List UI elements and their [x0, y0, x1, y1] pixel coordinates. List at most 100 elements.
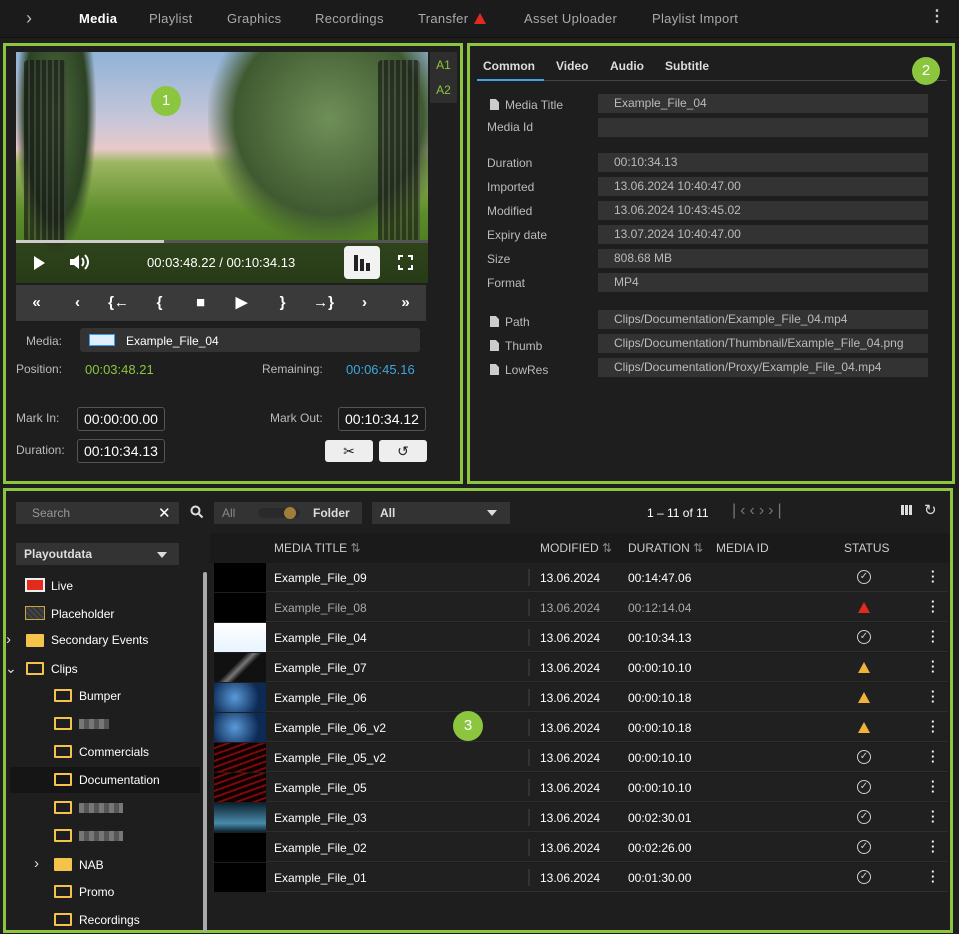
tab-playlist[interactable]: Playlist: [149, 11, 193, 26]
sort-icon: ⇅: [602, 541, 613, 555]
tree-item-placeholder[interactable]: Placeholder: [51, 607, 114, 621]
tab-recordings[interactable]: Recordings: [315, 11, 384, 26]
volume-icon[interactable]: [68, 253, 90, 271]
prop-thumb-value[interactable]: Clips/Documentation/Thumbnail/Example_Fi…: [598, 334, 928, 353]
clear-search-icon[interactable]: ✕: [158, 504, 171, 522]
play-icon[interactable]: [34, 256, 45, 270]
goto-mark-out-icon[interactable]: →}: [303, 285, 344, 321]
chevron-right-icon[interactable]: ›: [34, 855, 39, 872]
table-row[interactable]: Example_File_01 13.06.2024 00:01:30.00 ✓ · · ·: [213, 863, 948, 892]
tab-asset-uploader[interactable]: Asset Uploader: [524, 11, 617, 26]
col-duration[interactable]: DURATION ⇅: [628, 541, 703, 555]
tree-item-live[interactable]: Live: [51, 579, 73, 593]
reset-button[interactable]: ↺: [379, 440, 427, 462]
search-icon[interactable]: [190, 505, 204, 519]
tab-audio[interactable]: Audio: [610, 59, 644, 73]
grid-view-icon[interactable]: [901, 505, 913, 515]
row-menu-icon[interactable]: · · ·: [931, 715, 935, 738]
row-menu-icon[interactable]: · · ·: [931, 775, 935, 798]
row-menu-icon[interactable]: · · ·: [931, 745, 935, 768]
tree-item-clips[interactable]: Clips: [51, 662, 78, 676]
tab-video[interactable]: Video: [556, 59, 588, 73]
tree-item-bumper[interactable]: Bumper: [79, 689, 121, 703]
table-row[interactable]: Example_File_05 13.06.2024 00:00:10.10 ✓ · · ·: [213, 773, 948, 802]
search-input[interactable]: Search: [16, 502, 179, 524]
col-status[interactable]: STATUS: [844, 541, 890, 555]
tree-item-nab[interactable]: NAB: [79, 858, 104, 872]
row-menu-icon[interactable]: · · ·: [931, 655, 935, 678]
goto-mark-in-icon[interactable]: {←: [98, 285, 139, 321]
table-row[interactable]: Example_File_02 13.06.2024 00:02:26.00 ✓ · · ·: [213, 833, 948, 862]
cut-button[interactable]: ✂: [325, 440, 373, 462]
col-modified[interactable]: MODIFIED ⇅: [540, 541, 612, 555]
audio-tab-a2[interactable]: A2: [430, 77, 457, 103]
tree-item-secondary-events[interactable]: Secondary Events: [51, 633, 148, 647]
fast-forward-icon[interactable]: »: [385, 285, 426, 321]
set-mark-out-icon[interactable]: }: [262, 285, 303, 321]
prop-lowres-value[interactable]: Clips/Documentation/Proxy/Example_File_0…: [598, 358, 928, 377]
row-menu-icon[interactable]: · · ·: [931, 685, 935, 708]
last-page-icon[interactable]: ›|: [768, 502, 785, 519]
tab-graphics[interactable]: Graphics: [227, 11, 281, 26]
fast-rewind-icon[interactable]: «: [16, 285, 57, 321]
table-row[interactable]: Example_File_07 13.06.2024 00:00:10.10 · · ·: [213, 653, 948, 682]
media-field[interactable]: Example_File_04: [80, 328, 420, 352]
status-ok-icon: ✓: [857, 750, 871, 764]
tab-subtitle[interactable]: Subtitle: [665, 59, 709, 73]
row-menu-icon[interactable]: · · ·: [931, 595, 935, 618]
expand-chevron-icon[interactable]: ›: [26, 9, 32, 27]
fullscreen-icon[interactable]: [398, 255, 413, 270]
table-row[interactable]: Example_File_06 13.06.2024 00:00:10.18 · · ·: [213, 683, 948, 712]
table-row[interactable]: Example_File_04 13.06.2024 00:10:34.13 ✓ · · ·: [213, 623, 948, 652]
audio-tab-a1[interactable]: A1: [430, 52, 457, 78]
tree-item-redacted-3[interactable]: [79, 829, 123, 843]
mark-out-field[interactable]: 00:10:34.12: [338, 407, 426, 431]
tree-item-commercials[interactable]: Commercials: [79, 745, 149, 759]
badge-2: 2: [912, 57, 940, 85]
tree-item-recordings[interactable]: Recordings: [79, 913, 140, 927]
audio-levels-button[interactable]: [344, 246, 380, 279]
mark-in-field[interactable]: 00:00:00.00: [77, 407, 165, 431]
row-title: Example_File_04: [274, 631, 367, 645]
row-menu-icon[interactable]: · · ·: [931, 865, 935, 888]
table-row[interactable]: Example_File_08 13.06.2024 00:12:14.04 · · ·: [213, 593, 948, 622]
prop-path-value[interactable]: Clips/Documentation/Example_File_04.mp4: [598, 310, 928, 329]
tab-common[interactable]: Common: [483, 59, 535, 73]
tree-item-promo[interactable]: Promo: [79, 885, 114, 899]
folder-filter[interactable]: All Folder: [214, 502, 362, 524]
tree-item-redacted-1[interactable]: [79, 717, 109, 731]
table-row[interactable]: Example_File_03 13.06.2024 00:02:30.01 ✓ · · ·: [213, 803, 948, 832]
row-menu-icon[interactable]: · · ·: [931, 565, 935, 588]
chevron-right-icon[interactable]: ›: [6, 631, 11, 648]
refresh-icon[interactable]: ↻: [924, 501, 937, 519]
next-frame-icon[interactable]: ›: [344, 285, 385, 321]
duration-field[interactable]: 00:10:34.13: [77, 439, 165, 463]
tree-item-redacted-2[interactable]: [79, 801, 123, 815]
source-select[interactable]: Playoutdata: [16, 543, 179, 565]
chevron-down-icon[interactable]: ⌄: [5, 660, 17, 677]
row-menu-icon[interactable]: · · ·: [931, 835, 935, 858]
table-row[interactable]: Example_File_06_v2 13.06.2024 00:00:10.18 ·…: [213, 713, 948, 742]
next-page-icon[interactable]: ›: [759, 502, 768, 519]
table-row[interactable]: Example_File_09 13.06.2024 00:14:47.06 ✓ · · ·: [213, 563, 948, 592]
tab-playlist-import[interactable]: Playlist Import: [652, 11, 738, 26]
tab-media[interactable]: Media: [79, 11, 117, 26]
stop-icon[interactable]: ■: [180, 285, 221, 321]
tab-transfer[interactable]: Transfer: [418, 11, 487, 26]
row-menu-icon[interactable]: · · ·: [931, 625, 935, 648]
table-row[interactable]: Example_File_05_v2 13.06.2024 00:00:10.10 ✓…: [213, 743, 948, 772]
play-transport-icon[interactable]: ▶: [221, 285, 262, 321]
col-media-title[interactable]: MEDIA TITLE ⇅: [274, 541, 361, 555]
set-mark-in-icon[interactable]: {: [139, 285, 180, 321]
col-media-id[interactable]: MEDIA ID: [716, 541, 769, 555]
row-menu-icon[interactable]: · · ·: [931, 805, 935, 828]
tree-item-documentation[interactable]: Documentation: [79, 773, 160, 787]
previous-frame-icon[interactable]: ‹: [57, 285, 98, 321]
first-page-icon[interactable]: |‹: [732, 502, 749, 519]
row-modified: 13.06.2024: [540, 631, 601, 645]
row-thumbnail: [214, 743, 266, 772]
prev-page-icon[interactable]: ‹: [749, 502, 758, 519]
tree-scrollbar[interactable]: [203, 572, 207, 932]
column-divider: [528, 749, 530, 766]
more-menu-icon[interactable]: ⋮: [929, 9, 945, 25]
